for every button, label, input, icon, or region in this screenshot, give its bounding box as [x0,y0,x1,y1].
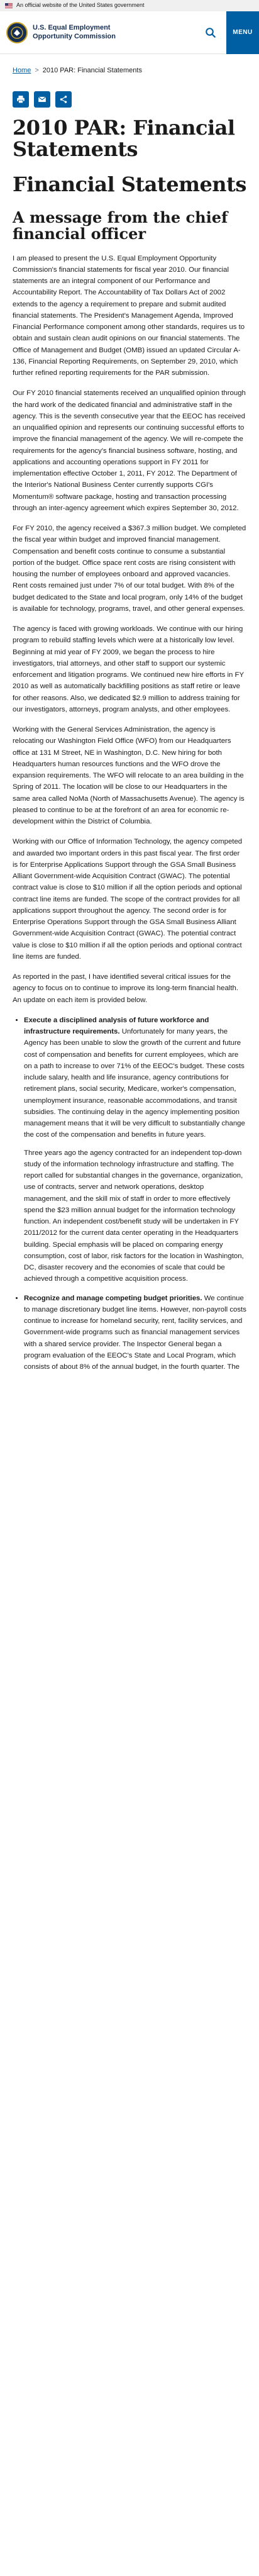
list-item: Execute a disciplined analysis of future… [24,1015,246,1285]
site-header: U.S. Equal Employment Opportunity Commis… [0,11,259,54]
critical-issues-list: Execute a disciplined analysis of future… [24,1015,246,1373]
paragraph: Working with the General Services Admini… [13,726,245,826]
eeoc-seal-icon [6,21,28,43]
search-button[interactable] [200,22,221,43]
list-item-heading: Recognize and manage competing budget pr… [24,1294,202,1302]
print-button[interactable] [13,91,29,108]
share-icon [60,96,67,103]
email-icon [38,96,47,103]
list-item: Recognize and manage competing budget pr… [24,1293,246,1373]
search-icon [206,27,216,38]
us-flag-icon [5,3,13,8]
section-title: Financial Statements [13,172,246,196]
list-item-text: Unfortunately for many years, the Agency… [24,1028,245,1139]
paragraph: Our FY 2010 financial statements receive… [13,389,246,512]
agency-name: U.S. Equal Employment Opportunity Commis… [33,24,116,40]
breadcrumb: Home >2010 PAR: Financial Statements [0,54,259,84]
breadcrumb-current: 2010 PAR: Financial Statements [42,67,142,74]
site-logo[interactable]: U.S. Equal Employment Opportunity Commis… [0,21,200,43]
page-title: 2010 PAR: Financial Statements [13,116,235,161]
email-button[interactable] [34,91,50,108]
paragraph: The agency is faced with growing workloa… [13,625,244,713]
paragraph: I am pleased to present the U.S. Equal E… [13,254,245,377]
gov-banner: An official website of the United States… [0,0,259,11]
section-subtitle: A message from the chief financial offic… [13,208,228,243]
list-item-text: We continue to manage discretionary budg… [24,1294,246,1371]
paragraph: Working with our Office of Information T… [13,838,243,961]
share-toolbar [0,84,259,113]
print-icon [17,96,25,104]
breadcrumb-home-link[interactable]: Home [13,67,31,74]
paragraph: For FY 2010, the agency received a $367.… [13,525,246,613]
breadcrumb-separator: > [35,67,39,74]
list-item-paragraph: Three years ago the agency contracted fo… [24,1149,244,1283]
agency-name-line1: U.S. Equal Employment [33,24,111,32]
gov-banner-text: An official website of the United States… [16,2,145,9]
paragraph: As reported in the past, I have identifi… [13,973,239,1004]
menu-button[interactable]: MENU [226,11,259,54]
share-button[interactable] [55,91,72,108]
agency-name-line2: Opportunity Commission [33,32,116,40]
main-content: I am pleased to present the U.S. Equal E… [0,253,259,1395]
